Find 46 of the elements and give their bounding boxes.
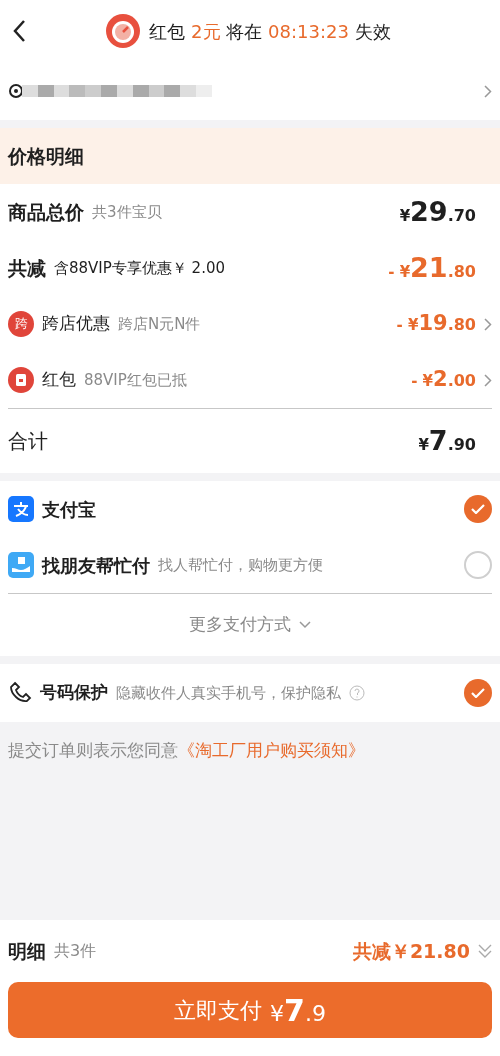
agreement-link[interactable]: 《淘工厂用户购买须知》 — [178, 740, 365, 760]
checkmark-icon — [471, 688, 485, 698]
payment-option[interactable]: 找朋友帮忙付 找人帮忙付，购物更方便 — [8, 537, 492, 593]
double-chevron-down-icon[interactable] — [478, 943, 492, 959]
radio-button[interactable] — [464, 551, 492, 579]
row-note: 共3件宝贝 — [92, 201, 162, 223]
pay-button[interactable]: 立即支付 ¥7.9 — [8, 982, 492, 1038]
agreement-text: 提交订单则表示您同意《淘工厂用户购买须知》 — [8, 739, 366, 762]
phone-icon — [8, 681, 32, 705]
envelope-icon — [8, 367, 34, 393]
checkbox[interactable] — [464, 679, 492, 707]
total-label: 合计 — [8, 428, 48, 455]
chevron-right-icon[interactable] — [484, 317, 492, 331]
discount-total: 共减￥21.80 — [352, 938, 470, 964]
payment-option[interactable]: 支付宝 — [8, 481, 492, 537]
row-note: 含88VIP专享优惠￥ 2.00 — [54, 257, 225, 279]
footer-label: 明细 — [8, 938, 46, 964]
radio-button[interactable] — [464, 495, 492, 523]
hand-gift-icon — [8, 552, 34, 578]
wallet-app-icon — [8, 496, 34, 522]
row-note: 跨店N元N件 — [118, 313, 201, 335]
location-icon — [8, 83, 22, 99]
chevron-down-icon — [299, 621, 311, 629]
item-count: 共3件 — [54, 940, 97, 962]
option-label: 号码保护 — [40, 681, 108, 705]
more-payment-link[interactable]: 更多支付方式 — [189, 612, 311, 638]
discount-label: 跨店优惠 — [42, 312, 110, 336]
row-note: 88VIP红包已抵 — [84, 369, 187, 391]
chevron-right-icon[interactable] — [484, 84, 492, 98]
store-badge-icon: 跨 — [8, 311, 34, 337]
price-text: ¥7.90 — [418, 423, 476, 458]
discount-label: 红包 — [42, 368, 76, 392]
price-text: - ¥19.80 — [396, 310, 476, 338]
countdown-text: 红包 2元 将在 08:13:23 失效 — [149, 19, 391, 44]
back-icon[interactable] — [12, 19, 26, 43]
price-text: - ¥21.80 — [388, 250, 476, 285]
chevron-right-icon[interactable] — [484, 373, 492, 387]
option-note: 隐藏收件人真实手机号，保护隐私 — [116, 682, 341, 704]
price-text: - ¥2.00 — [411, 366, 476, 394]
row-label: 商品总价 — [8, 199, 84, 225]
row-label: 共减 — [8, 255, 46, 281]
section-title: 价格明细 — [0, 128, 500, 184]
timer-icon — [105, 13, 142, 49]
price-text: ¥29.70 — [399, 194, 476, 229]
help-icon[interactable] — [349, 685, 365, 701]
checkmark-icon — [471, 504, 485, 514]
